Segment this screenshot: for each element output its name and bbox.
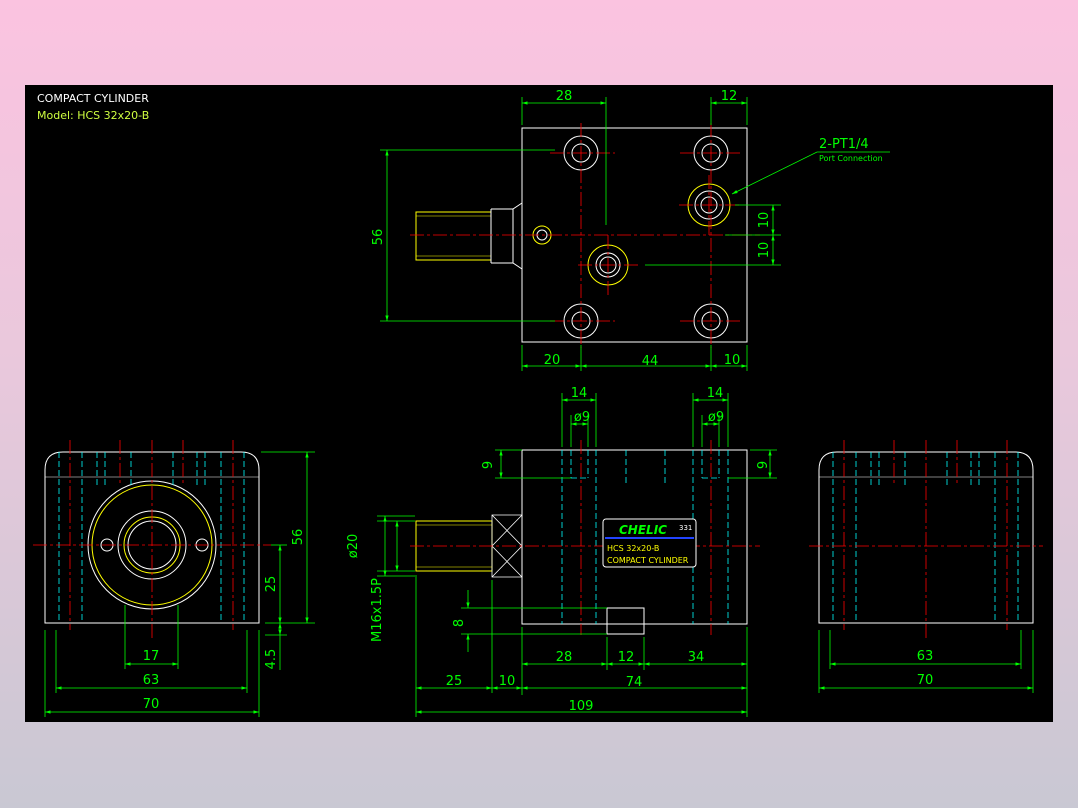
dim-side-d9a: ø9 xyxy=(574,410,590,425)
dim-side-28: 28 xyxy=(556,650,573,665)
dim-side-8: 8 xyxy=(452,619,467,627)
dim-side-14b: 14 xyxy=(707,386,724,401)
dim-side-74: 74 xyxy=(626,675,643,690)
dim-left-70: 70 xyxy=(143,697,160,712)
nameplate-desc: COMPACT CYLINDER xyxy=(607,556,689,565)
dim-top-56: 56 xyxy=(371,229,386,246)
dim-right-70: 70 xyxy=(917,673,934,688)
dim-side-thread: M16x1.5P xyxy=(370,578,385,642)
model-label: Model: HCS 32x20-B xyxy=(37,109,149,122)
top-view: 28 12 56 10 10 20 44 10 2-PT1/4 Port Con… xyxy=(371,89,890,371)
nameplate-brand: CHELIC xyxy=(619,523,667,537)
dim-side-9a: 9 xyxy=(481,461,496,469)
dim-top-10b: 10 xyxy=(757,242,772,259)
right-end-view: 63 70 xyxy=(809,440,1043,693)
dim-side-25: 25 xyxy=(446,674,463,689)
dim-top-12: 12 xyxy=(721,89,738,104)
side-view: CHELIC 331 HCS 32x20-B COMPACT CYLINDER xyxy=(346,386,777,717)
dim-top-28: 28 xyxy=(556,89,573,104)
dim-top-10a: 10 xyxy=(757,212,772,229)
dim-left-25: 25 xyxy=(264,576,279,593)
dim-side-d9b: ø9 xyxy=(708,410,724,425)
dim-side-12: 12 xyxy=(618,650,635,665)
dim-left-56: 56 xyxy=(291,529,306,546)
dim-top-20: 20 xyxy=(544,353,561,368)
dim-right-63: 63 xyxy=(917,649,934,664)
dim-top-10c: 10 xyxy=(724,353,741,368)
dim-side-9b: 9 xyxy=(756,461,771,469)
nameplate-code: 331 xyxy=(679,524,692,532)
dim-side-109: 109 xyxy=(569,699,594,714)
left-end-view: 56 25 4.5 17 63 70 xyxy=(33,440,315,717)
dim-side-14a: 14 xyxy=(571,386,588,401)
dim-side-d20: ø20 xyxy=(346,534,361,559)
nameplate: CHELIC 331 HCS 32x20-B COMPACT CYLINDER xyxy=(602,518,697,568)
dim-side-34: 34 xyxy=(688,650,705,665)
technical-drawing: COMPACT CYLINDER Model: HCS 32x20-B 28 1… xyxy=(33,89,1043,717)
dim-left-17: 17 xyxy=(143,649,160,664)
dim-left-4-5: 4.5 xyxy=(264,649,279,670)
port-callout-label: 2-PT1/4 xyxy=(819,137,869,152)
dim-top-44: 44 xyxy=(642,354,659,369)
dim-left-63: 63 xyxy=(143,673,160,688)
nameplate-model: HCS 32x20-B xyxy=(607,544,659,553)
port-callout-note: Port Connection xyxy=(819,154,883,163)
drawing-title: COMPACT CYLINDER xyxy=(37,92,149,105)
drawing-sheet: COMPACT CYLINDER Model: HCS 32x20-B 28 1… xyxy=(25,85,1053,722)
dim-side-10: 10 xyxy=(499,674,516,689)
